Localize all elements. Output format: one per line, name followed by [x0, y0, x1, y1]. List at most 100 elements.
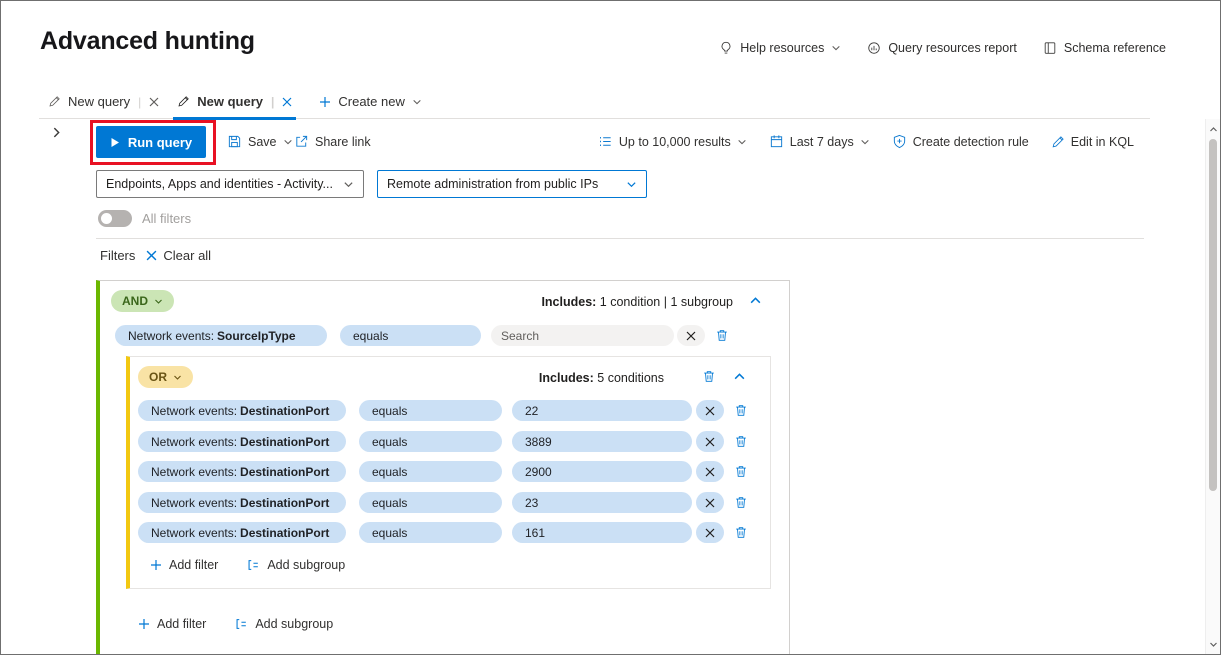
includes-value: 5 conditions: [597, 371, 664, 385]
share-icon: [294, 134, 309, 149]
chevron-up-icon[interactable]: [749, 294, 762, 307]
all-filters-toggle[interactable]: [98, 210, 132, 227]
create-new-menu[interactable]: Create new: [319, 94, 421, 109]
chevron-up-icon[interactable]: [733, 370, 746, 383]
vertical-scrollbar[interactable]: [1205, 119, 1220, 654]
close-icon[interactable]: [282, 97, 292, 107]
includes-label: Includes:: [541, 295, 596, 309]
delete-subgroup-button[interactable]: [702, 369, 716, 384]
toolbar-right: Up to 10,000 results Last 7 days Create …: [598, 134, 1134, 149]
expand-pane-chevron[interactable]: [50, 126, 63, 144]
condition-operator-pill[interactable]: equals: [359, 492, 502, 513]
add-filter-button[interactable]: Add filter: [150, 558, 218, 572]
condition-operator-pill[interactable]: equals: [359, 522, 502, 543]
trash-icon[interactable]: [734, 464, 748, 479]
add-subgroup-label: Add subgroup: [267, 558, 345, 572]
plus-icon: [319, 96, 331, 108]
trash-icon[interactable]: [715, 328, 729, 343]
scrollbar-thumb[interactable]: [1209, 139, 1217, 491]
save-button[interactable]: Save: [227, 134, 293, 149]
detection-rule-icon: [892, 134, 907, 149]
condition-value-pill[interactable]: 161: [512, 522, 692, 543]
add-subgroup-button[interactable]: Add subgroup: [246, 558, 345, 572]
condition-row: Network events: DestinationPort equals 1…: [138, 522, 748, 543]
condition-value-pill[interactable]: 23: [512, 492, 692, 513]
query-selectors: Endpoints, Apps and identities - Activit…: [96, 170, 647, 198]
help-resources-menu[interactable]: Help resources: [719, 41, 841, 55]
results-limit-menu[interactable]: Up to 10,000 results: [598, 134, 747, 149]
clear-value-button[interactable]: [677, 325, 705, 346]
tab-label: New query: [197, 94, 263, 109]
template-dropdown[interactable]: Remote administration from public IPs: [377, 170, 647, 198]
time-range-label: Last 7 days: [790, 135, 854, 149]
filter-group-and: AND Includes: 1 condition | 1 subgroup N…: [96, 280, 790, 655]
edit-in-kql-label: Edit in KQL: [1071, 135, 1134, 149]
trash-icon[interactable]: [734, 434, 748, 449]
tab-new-query-2-active[interactable]: New query |: [168, 85, 301, 119]
play-icon: [110, 137, 120, 148]
condition-operator-pill[interactable]: equals: [340, 325, 481, 346]
edit-query-icon: [177, 95, 190, 108]
clear-all-button[interactable]: Clear all: [146, 248, 211, 263]
time-range-menu[interactable]: Last 7 days: [769, 134, 870, 149]
chevron-down-icon: [283, 137, 293, 147]
scrollbar-down-icon[interactable]: [1206, 636, 1220, 652]
trash-icon[interactable]: [734, 525, 748, 540]
condition-field-pill[interactable]: Network events: DestinationPort: [138, 461, 346, 482]
condition-value-pill[interactable]: 3889: [512, 431, 692, 452]
search-input[interactable]: [501, 329, 664, 343]
trash-icon[interactable]: [734, 495, 748, 510]
includes-label: Includes:: [539, 371, 594, 385]
subgroup-icon: [234, 617, 248, 631]
lightbulb-icon: [719, 41, 733, 55]
condition-value-pill[interactable]: 22: [512, 400, 692, 421]
add-filter-button[interactable]: Add filter: [138, 617, 206, 631]
condition-operator-pill[interactable]: equals: [359, 431, 502, 452]
condition-field-pill[interactable]: Network events: DestinationPort: [138, 492, 346, 513]
run-query-button[interactable]: Run query: [96, 126, 206, 158]
condition-field-pill[interactable]: Network events: DestinationPort: [138, 400, 346, 421]
chevron-down-icon: [860, 137, 870, 147]
clear-value-button[interactable]: [696, 522, 724, 543]
subgroup-operator-dropdown[interactable]: OR: [138, 366, 193, 388]
save-icon: [227, 134, 242, 149]
add-subgroup-button[interactable]: Add subgroup: [234, 617, 333, 631]
condition-operator-pill[interactable]: equals: [359, 400, 502, 421]
create-detection-rule-button[interactable]: Create detection rule: [892, 134, 1029, 149]
group-operator-dropdown[interactable]: AND: [111, 290, 174, 312]
edit-query-icon: [48, 95, 61, 108]
group-includes-summary: Includes: 1 condition | 1 subgroup: [541, 295, 733, 309]
clear-value-button[interactable]: [696, 461, 724, 482]
condition-value-search[interactable]: [491, 325, 674, 346]
trash-icon[interactable]: [734, 403, 748, 418]
schema-reference-link[interactable]: Schema reference: [1043, 41, 1166, 55]
condition-field-name: DestinationPort: [240, 404, 329, 418]
close-icon[interactable]: [149, 97, 159, 107]
condition-field-pill[interactable]: Network events: DestinationPort: [138, 431, 346, 452]
create-new-label: Create new: [338, 94, 404, 109]
condition-operator-pill[interactable]: equals: [359, 461, 502, 482]
condition-value-pill[interactable]: 2900: [512, 461, 692, 482]
scrollbar-up-icon[interactable]: [1206, 121, 1220, 137]
edit-in-kql-button[interactable]: Edit in KQL: [1051, 135, 1134, 149]
group-operator-label: AND: [122, 294, 148, 308]
add-subgroup-label: Add subgroup: [255, 617, 333, 631]
condition-field-pill[interactable]: Network events: SourceIpType: [115, 325, 327, 346]
chevron-down-icon: [412, 97, 422, 107]
scope-dropdown[interactable]: Endpoints, Apps and identities - Activit…: [96, 170, 364, 198]
clear-value-button[interactable]: [696, 431, 724, 452]
book-icon: [1043, 41, 1057, 55]
clear-value-button[interactable]: [696, 400, 724, 421]
add-filter-label: Add filter: [169, 558, 218, 572]
tab-label: New query: [68, 94, 130, 109]
condition-row: Network events: DestinationPort equals 2…: [138, 492, 748, 513]
chevron-down-icon: [831, 43, 841, 53]
clear-value-button[interactable]: [696, 492, 724, 513]
toggle-knob: [101, 213, 112, 224]
list-icon: [598, 134, 613, 149]
query-resources-report-link[interactable]: Query resources report: [867, 41, 1017, 55]
share-link-button[interactable]: Share link: [294, 134, 371, 149]
all-filters-toggle-row: All filters: [98, 210, 191, 227]
condition-field-pill[interactable]: Network events: DestinationPort: [138, 522, 346, 543]
tab-new-query-1[interactable]: New query |: [39, 85, 168, 119]
